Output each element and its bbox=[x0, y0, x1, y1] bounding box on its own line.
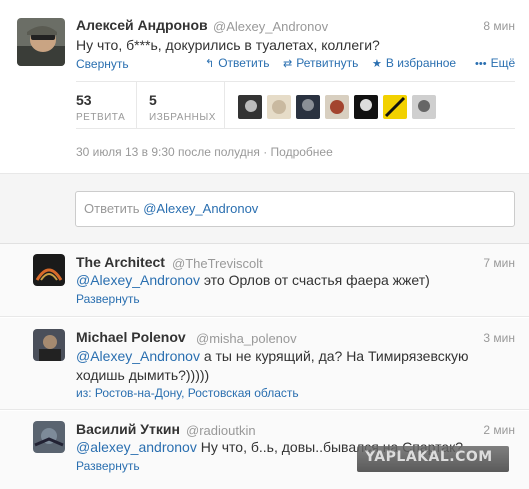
retweets-stat[interactable]: 53 РЕТВИТА bbox=[76, 92, 136, 123]
favorite-label: В избранное bbox=[385, 56, 457, 70]
favoriter-avatar[interactable] bbox=[354, 95, 378, 119]
retweet-label: Ретвитнуть bbox=[296, 56, 359, 70]
retweets-count: 53 bbox=[76, 92, 92, 108]
author-handle[interactable]: @Alexey_Andronov bbox=[213, 19, 328, 34]
reply-input-mention: @Alexey_Andronov bbox=[143, 201, 259, 216]
retweet-icon: ⇄ bbox=[283, 58, 293, 70]
reply-author-name[interactable]: The Architect bbox=[76, 254, 165, 270]
favoriter-avatar[interactable] bbox=[412, 95, 436, 119]
favoriter-avatar[interactable] bbox=[238, 95, 262, 119]
reply-text: @Alexey_Andronov это Орлов от счастья фа… bbox=[76, 271, 430, 290]
more-button[interactable]: ••• Ещё bbox=[475, 56, 515, 70]
separator-dot: · bbox=[263, 145, 271, 159]
reply-mention[interactable]: @Alexey_Andronov bbox=[76, 348, 200, 364]
star-icon: ★ bbox=[372, 58, 382, 70]
reply-button[interactable]: ↰ Ответить bbox=[205, 56, 270, 70]
expand-link[interactable]: Развернуть bbox=[76, 292, 140, 306]
author-avatar[interactable] bbox=[17, 18, 65, 66]
stats-row: 53 РЕТВИТА 5 ИЗБРАННЫХ bbox=[76, 81, 515, 129]
collapse-link[interactable]: Свернуть bbox=[76, 57, 129, 71]
reply-time[interactable]: 2 мин bbox=[483, 423, 515, 437]
reply-body: это Орлов от счастья фаера жжет) bbox=[199, 272, 430, 288]
reply-label: Ответить bbox=[218, 56, 270, 70]
stats-divider bbox=[224, 82, 225, 129]
tweet-timestamp[interactable]: 30 июля 13 в 9:30 после полудня bbox=[76, 145, 260, 159]
favorite-button[interactable]: ★ В избранное bbox=[372, 56, 456, 70]
retweets-label: РЕТВИТА bbox=[76, 112, 126, 123]
reply-author-name[interactable]: Michael Polenov bbox=[76, 329, 186, 345]
stats-divider bbox=[136, 82, 137, 129]
expand-link[interactable]: Развернуть bbox=[76, 459, 140, 473]
reply-mention[interactable]: @Alexey_Andronov bbox=[76, 272, 200, 288]
reply-text-line: ходишь дымить?))))) bbox=[76, 367, 210, 383]
main-tweet: Алексей Андронов @Alexey_Andronov 8 мин … bbox=[0, 0, 529, 174]
reply-time[interactable]: 7 мин bbox=[483, 256, 515, 270]
reply-input-prefix: Ответить bbox=[84, 201, 140, 216]
reply-author-handle[interactable]: @TheTreviscolt bbox=[172, 256, 263, 271]
reply-text: @Alexey_Andronov а ты не курящий, да? На… bbox=[76, 347, 496, 385]
reply-input[interactable]: Ответить @Alexey_Andronov bbox=[75, 191, 515, 227]
watermark: YAPLAKAL.COM bbox=[357, 446, 509, 472]
reply-time[interactable]: 3 мин bbox=[483, 331, 515, 345]
reply-tweet[interactable]: Michael Polenov @misha_polenov 3 мин @Al… bbox=[0, 318, 529, 410]
retweet-button[interactable]: ⇄ Ретвитнуть bbox=[283, 56, 358, 70]
location-link[interactable]: из: Ростов-на-Дону, Ростовская область bbox=[76, 386, 299, 400]
tweet-time[interactable]: 8 мин bbox=[483, 19, 515, 33]
favoriter-avatar[interactable] bbox=[296, 95, 320, 119]
author-name[interactable]: Алексей Андронов bbox=[76, 17, 208, 33]
watermark-text: YAPLAKAL.COM bbox=[365, 449, 493, 465]
reply-avatar[interactable] bbox=[33, 254, 65, 286]
timestamp-line: 30 июля 13 в 9:30 после полудня · Подроб… bbox=[76, 145, 333, 159]
favorites-label: ИЗБРАННЫХ bbox=[149, 112, 216, 123]
reply-author-handle[interactable]: @radioutkin bbox=[186, 423, 256, 438]
favorites-stat[interactable]: 5 ИЗБРАННЫХ bbox=[149, 92, 229, 123]
reply-body: а ты не курящий, да? На Тимирязевскую bbox=[199, 348, 469, 364]
reply-icon: ↰ bbox=[205, 58, 215, 70]
reply-author-handle[interactable]: @misha_polenov bbox=[196, 331, 297, 346]
tweet-text: Ну что, б***ь, докурились в туалетах, ко… bbox=[76, 37, 380, 53]
details-link[interactable]: Подробнее bbox=[271, 145, 333, 159]
reply-tweet[interactable]: The Architect @TheTreviscolt 7 мин @Alex… bbox=[0, 244, 529, 317]
favoriters-avatars bbox=[238, 95, 438, 119]
favoriter-avatar[interactable] bbox=[267, 95, 291, 119]
more-icon: ••• bbox=[475, 58, 487, 70]
reply-text-line: @Alexey_Andronov а ты не курящий, да? На… bbox=[76, 347, 496, 366]
more-label: Ещё bbox=[490, 56, 516, 70]
reply-mention[interactable]: @alexey_andronov bbox=[76, 439, 197, 455]
reply-avatar[interactable] bbox=[33, 421, 65, 453]
favorites-count: 5 bbox=[149, 92, 157, 108]
reply-panel: Ответить @Alexey_Andronov bbox=[0, 174, 529, 244]
favoriter-avatar[interactable] bbox=[383, 95, 407, 119]
reply-author-name[interactable]: Василий Уткин bbox=[76, 421, 180, 437]
favoriter-avatar[interactable] bbox=[325, 95, 349, 119]
reply-avatar[interactable] bbox=[33, 329, 65, 361]
